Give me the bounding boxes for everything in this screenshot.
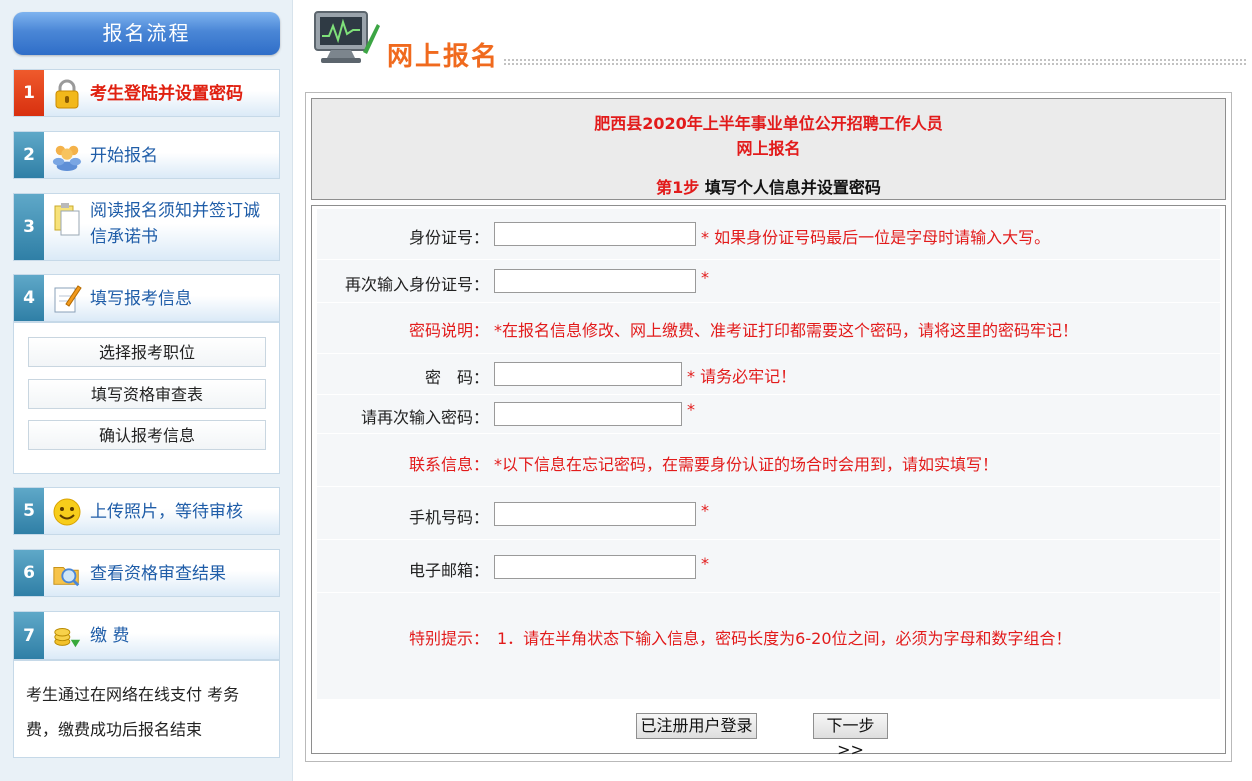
id-number-hint: * 如果身份证号码最后一位是字母时请输入大写。 — [701, 228, 1051, 247]
page-title: 网上报名 — [387, 42, 500, 72]
coins-icon — [52, 621, 82, 651]
password-note-label: 密码说明： — [408, 321, 489, 340]
users-icon — [52, 141, 82, 171]
registered-login-button[interactable]: 已注册用户登录 — [636, 713, 757, 739]
step-tag: 第1步 — [656, 178, 700, 197]
notice-title: 肥西县2020年上半年事业单位公开招聘工作人员 — [594, 114, 943, 133]
id-confirm-input[interactable] — [494, 269, 696, 293]
email-label: 电子邮箱： — [408, 561, 489, 580]
step-number: 6 — [14, 550, 44, 596]
required-mark: * — [701, 554, 709, 573]
lock-icon — [52, 79, 82, 109]
row-password-note: 密码说明： *在报名信息修改、网上缴费、准考证打印都需要这个密码，请将这里的密码… — [317, 303, 1220, 354]
step-number: 5 — [14, 488, 44, 534]
sidebar-step-label: 开始报名 — [90, 146, 158, 166]
row-email: 电子邮箱： * — [317, 540, 1220, 593]
row-contact-note: 联系信息： *以下信息在忘记密码，在需要身份认证的场合时会用到，请如实填写！ — [317, 434, 1220, 487]
row-special-tip: 特别提示： 1．请在半角状态下输入信息，密码长度为6-20位之间，必须为字母和数… — [317, 593, 1220, 700]
sidebar-step-6[interactable]: 6 查看资格审查结果 — [13, 549, 280, 597]
form-body: 身份证号： * 如果身份证号码最后一位是字母时请输入大写。 再次输入身份证号： … — [311, 205, 1226, 759]
title-divider — [503, 58, 1246, 66]
row-phone: 手机号码： * — [317, 487, 1220, 540]
phone-label: 手机号码： — [408, 508, 489, 527]
form-header: 肥西县2020年上半年事业单位公开招聘工作人员 网上报名 第1步 填写个人信息并… — [311, 98, 1226, 200]
required-mark: * — [701, 268, 709, 287]
sidebar-step-2[interactable]: 2 开始报名 — [13, 131, 280, 179]
contact-note-label: 联系信息： — [408, 455, 489, 474]
sidebar-step-3[interactable]: 3 阅读报名须知并签订诚信承诺书 — [13, 193, 280, 261]
flow-header: 报名流程 — [13, 12, 280, 55]
sidebar-step-4[interactable]: 4 填写报考信息 — [13, 274, 280, 322]
password-input[interactable] — [494, 362, 682, 386]
substep-confirm-info[interactable]: 确认报考信息 — [28, 420, 266, 450]
monitor-icon — [311, 6, 381, 74]
current-step: 第1步 填写个人信息并设置密码 — [312, 174, 1225, 198]
step-number: 7 — [14, 612, 44, 659]
sidebar-step-label: 缴 费 — [90, 626, 130, 646]
row-id-number: 身份证号： * 如果身份证号码最后一位是字母时请输入大写。 — [317, 209, 1220, 260]
substep-select-position[interactable]: 选择报考职位 — [28, 337, 266, 367]
password-label: 密 码： — [424, 368, 489, 387]
next-step-button[interactable]: 下一步>> — [813, 713, 888, 759]
edit-icon — [52, 283, 82, 313]
form-frame: 肥西县2020年上半年事业单位公开招聘工作人员 网上报名 第1步 填写个人信息并… — [305, 92, 1232, 762]
substep-panel: 选择报考职位 填写资格审查表 确认报考信息 — [13, 322, 280, 474]
step-number: 3 — [14, 194, 44, 260]
payment-note: 考生通过在网络在线支付 考务费，缴费成功后报名结束 — [13, 660, 280, 758]
password-note-text: *在报名信息修改、网上缴费、准考证打印都需要这个密码，请将这里的密码牢记！ — [494, 321, 1079, 340]
step-number: 2 — [14, 132, 44, 178]
sidebar-step-label: 填写报考信息 — [90, 289, 192, 309]
id-number-label: 身份证号： — [408, 228, 489, 247]
substep-qualification-form[interactable]: 填写资格审查表 — [28, 379, 266, 409]
sidebar-step-label: 阅读报名须知并签订诚信承诺书 — [90, 201, 260, 247]
required-mark: * — [701, 501, 709, 520]
sidebar-step-label: 查看资格审查结果 — [90, 564, 226, 584]
password-hint: * 请务必牢记！ — [687, 367, 797, 386]
sidebar-step-5[interactable]: 5 上传照片，等待审核 — [13, 487, 280, 535]
password-confirm-label: 请再次输入密码： — [360, 408, 489, 427]
main-content: 网上报名 肥西县2020年上半年事业单位公开招聘工作人员 网上报名 第1步 填写… — [293, 0, 1252, 781]
email-input[interactable] — [494, 555, 696, 579]
row-password: 密 码： * 请务必牢记！ — [317, 354, 1220, 395]
sidebar-step-7[interactable]: 7 缴 费 — [13, 611, 280, 660]
required-mark: * — [687, 400, 695, 419]
sidebar: 报名流程 1 考生登陆并设置密码 2 开始报名 3 阅读报名须知并签订诚信承诺书… — [0, 0, 293, 781]
notice-subtitle: 网上报名 — [736, 139, 801, 158]
sidebar-step-label: 考生登陆并设置密码 — [90, 84, 243, 104]
step-number: 4 — [14, 275, 44, 321]
id-number-input[interactable] — [494, 222, 696, 246]
smiley-icon — [52, 497, 82, 527]
folder-icon — [52, 559, 82, 589]
id-confirm-label: 再次输入身份证号： — [344, 275, 489, 294]
row-id-confirm: 再次输入身份证号： * — [317, 260, 1220, 303]
special-tip-text: 1．请在半角状态下输入信息，密码长度为6-20位之间，必须为字母和数字组合！ — [497, 629, 1072, 648]
contact-note-text: *以下信息在忘记密码，在需要身份认证的场合时会用到，请如实填写！ — [494, 455, 999, 474]
step-description: 填写个人信息并设置密码 — [704, 178, 881, 197]
password-confirm-input[interactable] — [494, 402, 682, 426]
phone-input[interactable] — [494, 502, 696, 526]
row-password-confirm: 请再次输入密码： * — [317, 395, 1220, 434]
sidebar-step-1[interactable]: 1 考生登陆并设置密码 — [13, 69, 280, 117]
row-actions: 已注册用户登录 下一步>> — [317, 700, 1220, 759]
step-number: 1 — [14, 70, 44, 116]
page-header: 网上报名 — [311, 6, 1246, 76]
document-icon — [52, 203, 82, 236]
special-tip-label: 特别提示： — [408, 629, 489, 648]
sidebar-step-label: 上传照片，等待审核 — [90, 502, 243, 522]
